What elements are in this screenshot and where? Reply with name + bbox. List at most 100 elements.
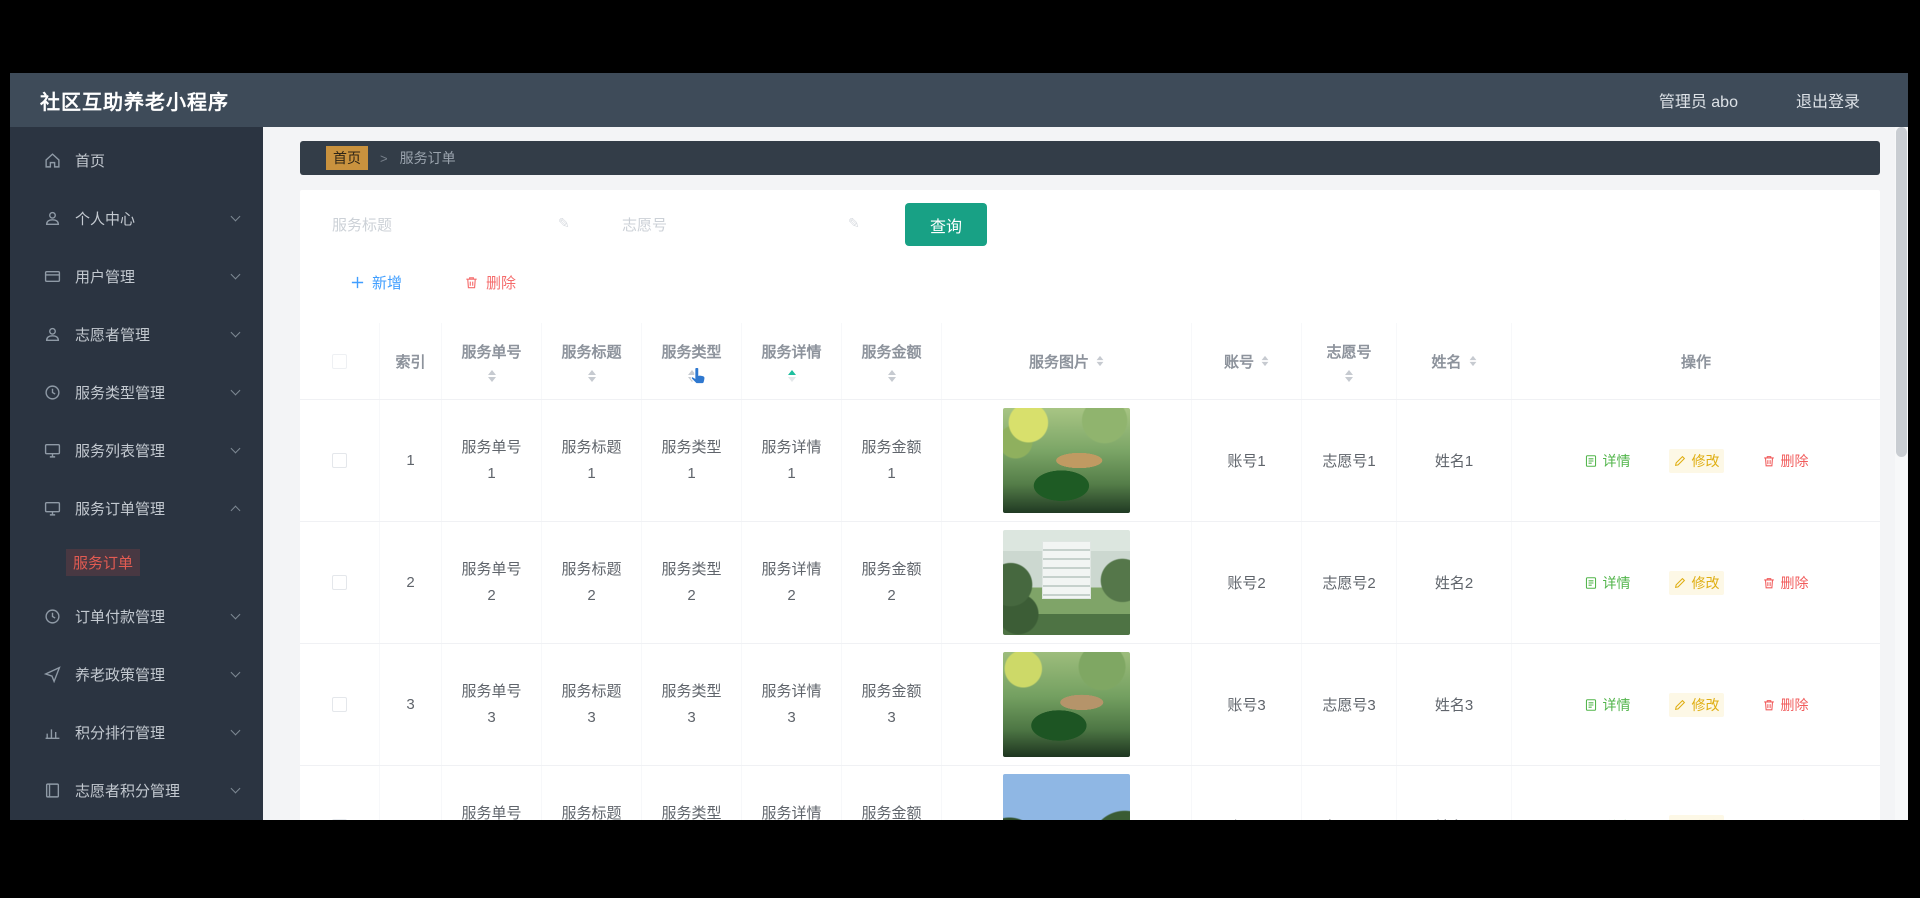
service-image[interactable]	[1003, 408, 1130, 513]
edit-input-icon: ✎	[558, 215, 570, 231]
service-image[interactable]	[1003, 774, 1130, 820]
column-header-index: 索引	[380, 323, 442, 399]
chart-icon	[44, 724, 61, 741]
sidebar-item-service-list[interactable]: 服务列表管理	[10, 421, 263, 479]
top-header: 社区互助养老小程序 管理员 abo 退出登录	[10, 73, 1908, 127]
cell-name: 姓名4	[1397, 766, 1512, 820]
service-image[interactable]	[1003, 652, 1130, 757]
cell-title: 服务标题4	[561, 805, 622, 820]
app-title: 社区互助养老小程序	[40, 91, 229, 114]
document-icon	[1585, 698, 1596, 711]
sort-carets-icon[interactable]	[887, 370, 896, 383]
breadcrumb-home-link[interactable]: 首页	[326, 146, 368, 170]
sidebar-item-elderly-policy[interactable]: 养老政策管理	[10, 645, 263, 703]
delete-button[interactable]: 删除	[1762, 695, 1809, 715]
sidebar-item-volunteers[interactable]: 志愿者管理	[10, 305, 263, 363]
row-checkbox[interactable]	[332, 819, 347, 820]
add-button[interactable]: 新增	[350, 272, 402, 293]
sort-carets-icon[interactable]	[1096, 355, 1104, 367]
detail-button[interactable]: 详情	[1584, 573, 1631, 593]
row-checkbox[interactable]	[332, 453, 347, 468]
sidebar-item-service-types[interactable]: 服务类型管理	[10, 363, 263, 421]
admin-user-menu[interactable]: 管理员 abo	[1659, 88, 1738, 112]
row-checkbox[interactable]	[332, 697, 347, 712]
volunteer-no-input[interactable]	[620, 205, 845, 245]
chevron-down-icon	[230, 443, 241, 453]
column-header-title[interactable]: 服务标题	[542, 323, 642, 399]
main-content: 首页 > 服务订单 ✎ ✎ 查询 新增 删除	[263, 127, 1908, 820]
detail-button[interactable]: 详情	[1584, 451, 1631, 471]
delete-button[interactable]: 删除	[1762, 817, 1809, 821]
sidebar-item-label: 个人中心	[75, 210, 136, 228]
sidebar-item-order-payment[interactable]: 订单付款管理	[10, 587, 263, 645]
service-title-input[interactable]	[330, 205, 555, 245]
document-icon	[1585, 576, 1596, 589]
sidebar-item-points-ranking[interactable]: 积分排行管理	[10, 703, 263, 761]
app-window: 社区互助养老小程序 管理员 abo 退出登录 首页 个人中心 用户管理 志愿者管…	[10, 73, 1908, 820]
cell-detail: 服务详情3	[761, 683, 822, 726]
id-card-icon	[44, 268, 61, 285]
sidebar-item-label: 服务订单管理	[75, 500, 166, 518]
delete-button[interactable]: 删除	[1762, 451, 1809, 471]
sort-carets-icon[interactable]	[487, 370, 496, 383]
batch-delete-button[interactable]: 删除	[464, 272, 516, 293]
user-icon	[44, 210, 61, 227]
column-header-detail[interactable]: 服务详情	[742, 323, 842, 399]
column-header-type[interactable]: 服务类型	[642, 323, 742, 399]
service-image[interactable]	[1003, 530, 1130, 635]
edit-button[interactable]: 修改	[1668, 570, 1724, 595]
cell-volunteer-no: 志愿号1	[1302, 400, 1397, 521]
detail-button[interactable]: 详情	[1584, 695, 1631, 715]
select-all-checkbox[interactable]	[332, 353, 347, 369]
sidebar-subitem-service-order-active[interactable]: 服务订单	[10, 537, 263, 587]
logout-button[interactable]: 退出登录	[1796, 88, 1860, 112]
chevron-down-icon	[230, 783, 241, 793]
plus-icon	[351, 276, 364, 289]
sidebar-item-users[interactable]: 用户管理	[10, 247, 263, 305]
chevron-down-icon	[230, 211, 241, 221]
table-header-row: 索引 服务单号 服务标题 服务类型 服务详情 服务金额 服务图片 账号 志愿号 …	[300, 323, 1880, 399]
query-button[interactable]: 查询	[905, 203, 987, 246]
pencil-icon	[1674, 577, 1685, 588]
sort-carets-ascending-icon[interactable]	[787, 370, 796, 383]
sidebar-item-volunteer-points[interactable]: 志愿者积分管理	[10, 761, 263, 819]
column-header-name[interactable]: 姓名	[1397, 323, 1512, 399]
column-header-account[interactable]: 账号	[1192, 323, 1302, 399]
column-header-image[interactable]: 服务图片	[942, 323, 1192, 399]
monitor-icon	[44, 442, 61, 459]
detail-button[interactable]: 详情	[1584, 817, 1631, 821]
sidebar-item-label: 服务列表管理	[75, 442, 166, 460]
cell-amount: 服务金额3	[861, 683, 922, 726]
table-row: 3 服务单号3 服务标题3 服务类型3 服务详情3 服务金额3 账号3 志愿号3…	[300, 643, 1880, 765]
cell-account: 账号2	[1192, 522, 1302, 643]
column-header-amount[interactable]: 服务金额	[842, 323, 942, 399]
select-all-cell	[300, 323, 380, 399]
sidebar-item-service-orders[interactable]: 服务订单管理	[10, 479, 263, 537]
sidebar-item-home[interactable]: 首页	[10, 131, 263, 189]
monitor-icon	[44, 500, 61, 517]
sort-carets-icon[interactable]	[1261, 355, 1269, 367]
content-panel: ✎ ✎ 查询 新增 删除 索引 服务单号	[300, 190, 1880, 820]
column-header-order-no[interactable]: 服务单号	[442, 323, 542, 399]
user-icon	[44, 326, 61, 343]
sort-carets-icon[interactable]	[687, 370, 696, 383]
edit-button[interactable]: 修改	[1668, 692, 1724, 717]
chevron-down-icon	[230, 327, 241, 337]
cell-account: 账号3	[1192, 644, 1302, 765]
sidebar-item-label: 养老政策管理	[75, 666, 166, 684]
sidebar-item-profile[interactable]: 个人中心	[10, 189, 263, 247]
edit-button[interactable]: 修改	[1668, 448, 1724, 473]
sort-carets-icon[interactable]	[1469, 355, 1476, 367]
pencil-icon	[1674, 699, 1685, 710]
pencil-icon	[1674, 455, 1685, 466]
pencil-icon	[1673, 820, 1687, 821]
edit-button[interactable]: 修改	[1668, 814, 1724, 821]
vertical-scrollbar[interactable]	[1895, 127, 1908, 820]
sort-carets-icon[interactable]	[1345, 370, 1353, 383]
scrollbar-thumb[interactable]	[1896, 127, 1907, 457]
cell-amount: 服务金额4	[861, 805, 922, 820]
sort-carets-icon[interactable]	[587, 370, 596, 383]
delete-button[interactable]: 删除	[1762, 573, 1809, 593]
row-checkbox[interactable]	[332, 575, 347, 590]
column-header-volunteer-no[interactable]: 志愿号	[1302, 323, 1397, 399]
